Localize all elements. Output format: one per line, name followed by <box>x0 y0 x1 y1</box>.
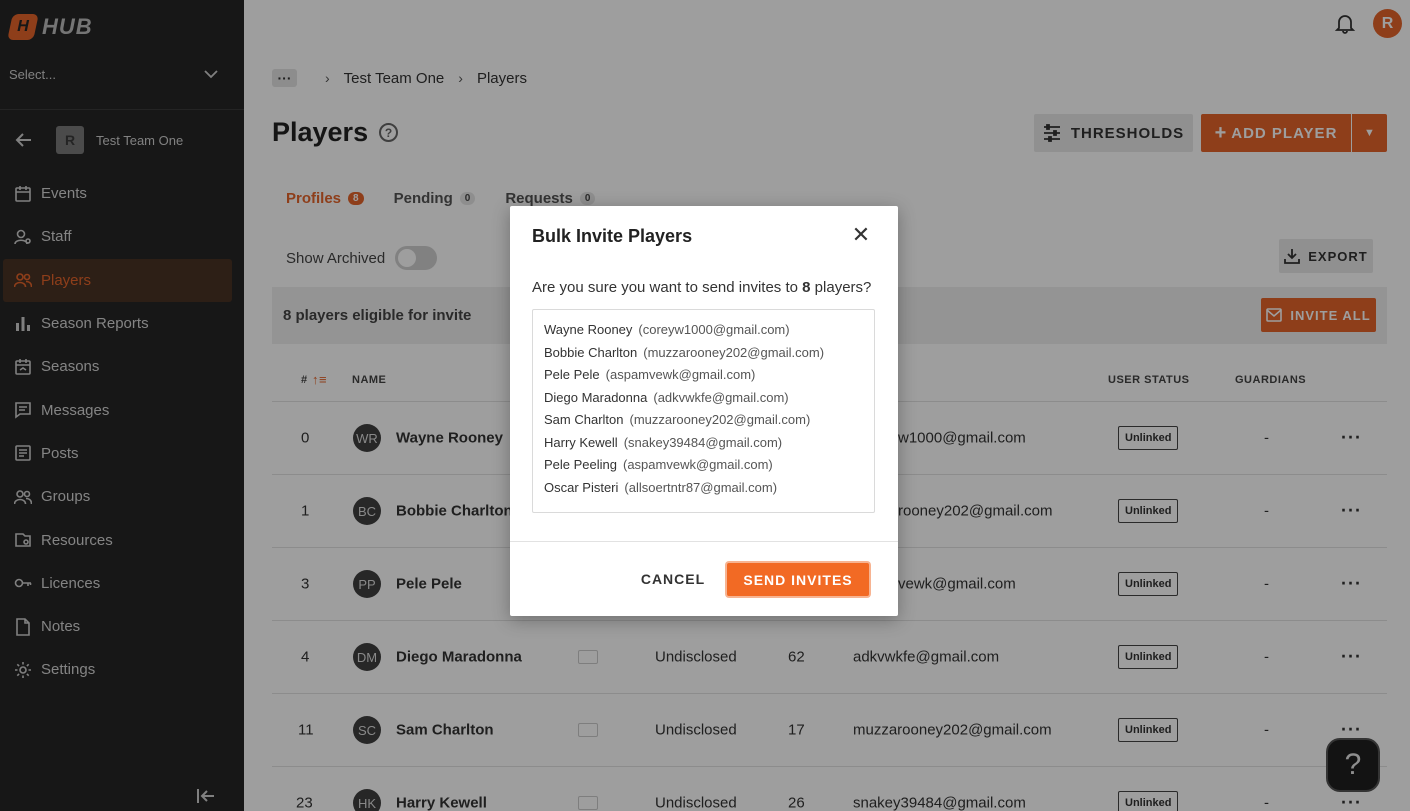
player-email: (aspamvewk@gmail.com) <box>623 457 773 472</box>
bulk-invite-dialog: Bulk Invite Players ✕ Are you sure you w… <box>510 206 898 616</box>
player-name: Diego Maradonna <box>544 389 648 405</box>
player-email: (aspamvewk@gmail.com) <box>605 367 756 382</box>
player-email: (allsoertntr87@gmail.com) <box>624 479 778 495</box>
invite-player-list[interactable]: Wayne Rooney (coreyw1000@gmail.com) Bobbi… <box>532 309 875 513</box>
list-item: Bobbie Charlton (muzzarooney202@gmail.com… <box>544 343 863 366</box>
player-name: Oscar Pisteri <box>544 479 619 495</box>
player-email: (muzzarooney202@gmail.com) <box>629 412 811 427</box>
player-name: Pele Peeling <box>544 457 617 472</box>
dialog-divider <box>510 541 898 542</box>
cancel-button[interactable]: CANCEL <box>635 564 711 594</box>
player-email: (coreyw1000@gmail.com) <box>638 322 790 337</box>
question-suffix: players? <box>814 279 872 296</box>
player-name: Wayne Rooney <box>544 322 633 337</box>
list-item: Diego Maradonna (adkvwkfe@gmail.com) <box>544 388 863 411</box>
list-item: Harry Kewell (snakey39484@gmail.com) <box>544 433 863 456</box>
question-count: 8 <box>802 279 811 296</box>
close-icon[interactable]: ✕ <box>850 222 872 247</box>
question-prefix: Are you sure you want to send invites to <box>532 279 798 296</box>
list-item: Pele Peeling (aspamvewk@gmail.com) <box>544 455 863 478</box>
player-name: Pele Pele <box>544 367 600 382</box>
list-item: Oscar Pisteri (allsoertntr87@gmail.com) <box>544 478 863 501</box>
player-email: (adkvwkfe@gmail.com) <box>653 389 789 405</box>
dialog-question: Are you sure you want to send invites to… <box>532 279 871 296</box>
player-name: Bobbie Charlton <box>544 344 638 360</box>
player-name: Sam Charlton <box>544 412 624 427</box>
list-item: Sam Charlton (muzzarooney202@gmail.com) <box>544 410 863 433</box>
list-item: Pele Pele (aspamvewk@gmail.com) <box>544 365 863 388</box>
player-email: (snakey39484@gmail.com) <box>623 434 783 450</box>
player-email: (muzzarooney202@gmail.com) <box>643 344 825 360</box>
list-item: Wayne Rooney (coreyw1000@gmail.com) <box>544 320 863 343</box>
player-name: Harry Kewell <box>544 434 618 450</box>
dialog-title: Bulk Invite Players <box>532 226 693 246</box>
send-invites-button[interactable]: SEND INVITES <box>727 563 869 596</box>
